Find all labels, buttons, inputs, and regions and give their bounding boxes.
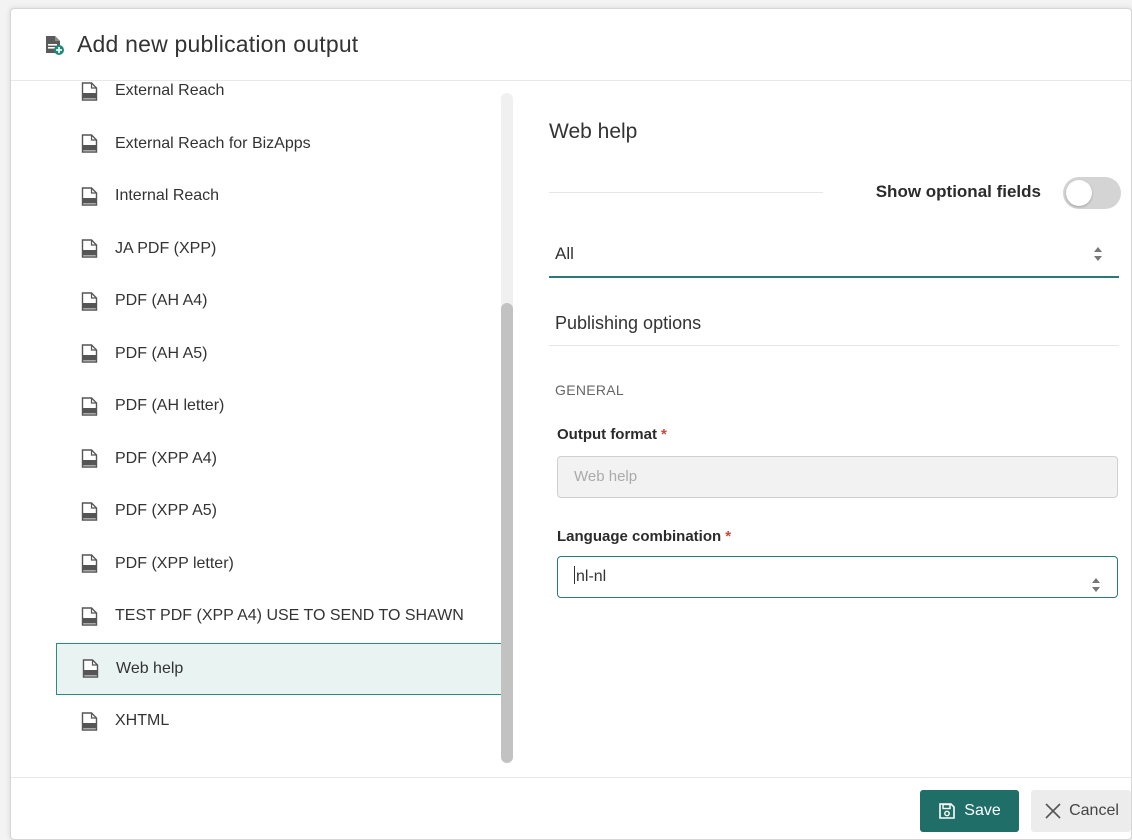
document-icon (81, 606, 98, 626)
up-down-arrows-icon (1093, 246, 1103, 262)
language-combination-label: Language combination * (557, 528, 731, 545)
list-item[interactable]: External Reach for BizApps (56, 118, 502, 170)
document-icon (81, 344, 98, 363)
document-icon (81, 554, 98, 573)
form-title: Web help (549, 120, 638, 143)
dialog-title: Add new publication output (77, 31, 359, 57)
save-button[interactable]: Save (920, 790, 1019, 832)
list-item-label: PDF (AH letter) (115, 397, 225, 414)
list-item-label: External Reach for BizApps (115, 134, 311, 152)
list-item[interactable]: PDF (AH A5) (56, 328, 502, 380)
document-icon (82, 659, 99, 678)
list-item[interactable]: TEST PDF (XPP A4) USE TO SEND TO SHAWN (56, 590, 502, 642)
list-item[interactable]: JA PDF (XPP) (56, 223, 502, 275)
divider (549, 192, 823, 193)
output-form: Web help Show optional fields All Publis… (549, 82, 1121, 772)
up-down-arrows-icon (1091, 569, 1101, 592)
required-marker: * (660, 426, 667, 443)
document-icon (81, 449, 98, 468)
list-item[interactable]: Web help (56, 642, 502, 695)
general-group-label: GENERAL (555, 382, 625, 398)
document-icon (81, 501, 98, 521)
save-icon (938, 802, 956, 820)
list-item[interactable]: Internal Reach (56, 170, 502, 222)
list-item[interactable]: PDF (XPP A5) (56, 485, 502, 537)
list-item-label: External Reach (115, 82, 225, 99)
close-icon (1043, 801, 1063, 821)
list-scrollbar-thumb[interactable] (501, 303, 513, 763)
text-caret (574, 566, 575, 585)
output-format-field: Web help (557, 456, 1118, 498)
language-combination-select[interactable]: nl-nl (557, 556, 1118, 598)
dialog-header: Add new publication output (11, 9, 1131, 81)
list-item-label: JA PDF (XPP) (115, 239, 217, 257)
list-item-label: Internal Reach (115, 187, 220, 204)
list-item[interactable]: PDF (AH letter) (56, 380, 502, 432)
list-item-label: PDF (AH A4) (115, 292, 208, 309)
list-item-label: XHTML (115, 712, 170, 729)
document-icon (81, 186, 98, 206)
list-item-label: PDF (XPP A5) (115, 502, 217, 519)
list-item-label: TEST PDF (XPP A4) USE TO SEND TO SHAWN (115, 607, 464, 624)
language-combination-label-text: Language combination (557, 528, 722, 545)
cancel-button-label: Cancel (1069, 802, 1119, 819)
list-item[interactable]: External Reach (56, 82, 502, 117)
document-icon (81, 239, 98, 258)
add-publication-output-dialog: Add new publication output External Reac… (10, 8, 1132, 840)
list-item[interactable]: PDF (AH A4) (56, 275, 502, 327)
document-icon (81, 134, 98, 153)
list-item-label: PDF (AH A5) (115, 344, 208, 362)
list-item-label: PDF (XPP A4) (115, 449, 217, 467)
document-icon (81, 82, 98, 101)
document-icon (81, 396, 98, 416)
document-icon (81, 291, 98, 311)
list-item[interactable]: PDF (XPP A4) (56, 433, 502, 485)
show-optional-fields-toggle[interactable] (1063, 177, 1121, 209)
document-icon (81, 711, 98, 731)
document-add-icon (43, 34, 65, 56)
toggle-knob (1066, 180, 1092, 206)
publishing-options-heading: Publishing options (549, 300, 1119, 346)
filter-select[interactable]: All (549, 232, 1119, 278)
list-item-label: PDF (XPP letter) (115, 554, 234, 572)
show-optional-fields-label: Show optional fields (875, 182, 1041, 201)
list-item-label: Web help (116, 659, 184, 677)
required-marker: * (725, 528, 732, 545)
language-combination-value: nl-nl (576, 568, 607, 585)
save-button-label: Save (964, 802, 1001, 819)
list-item[interactable]: XHTML (56, 695, 502, 747)
cancel-button[interactable]: Cancel (1031, 790, 1131, 832)
dialog-footer: Save Cancel (11, 777, 1131, 839)
output-format-label: Output format * (557, 426, 667, 443)
output-list: External Reach External Reach for BizApps… (11, 82, 521, 775)
list-item[interactable]: PDF (XPP letter) (56, 538, 502, 590)
output-format-label-text: Output format (557, 426, 657, 443)
filter-select-value: All (555, 244, 574, 263)
